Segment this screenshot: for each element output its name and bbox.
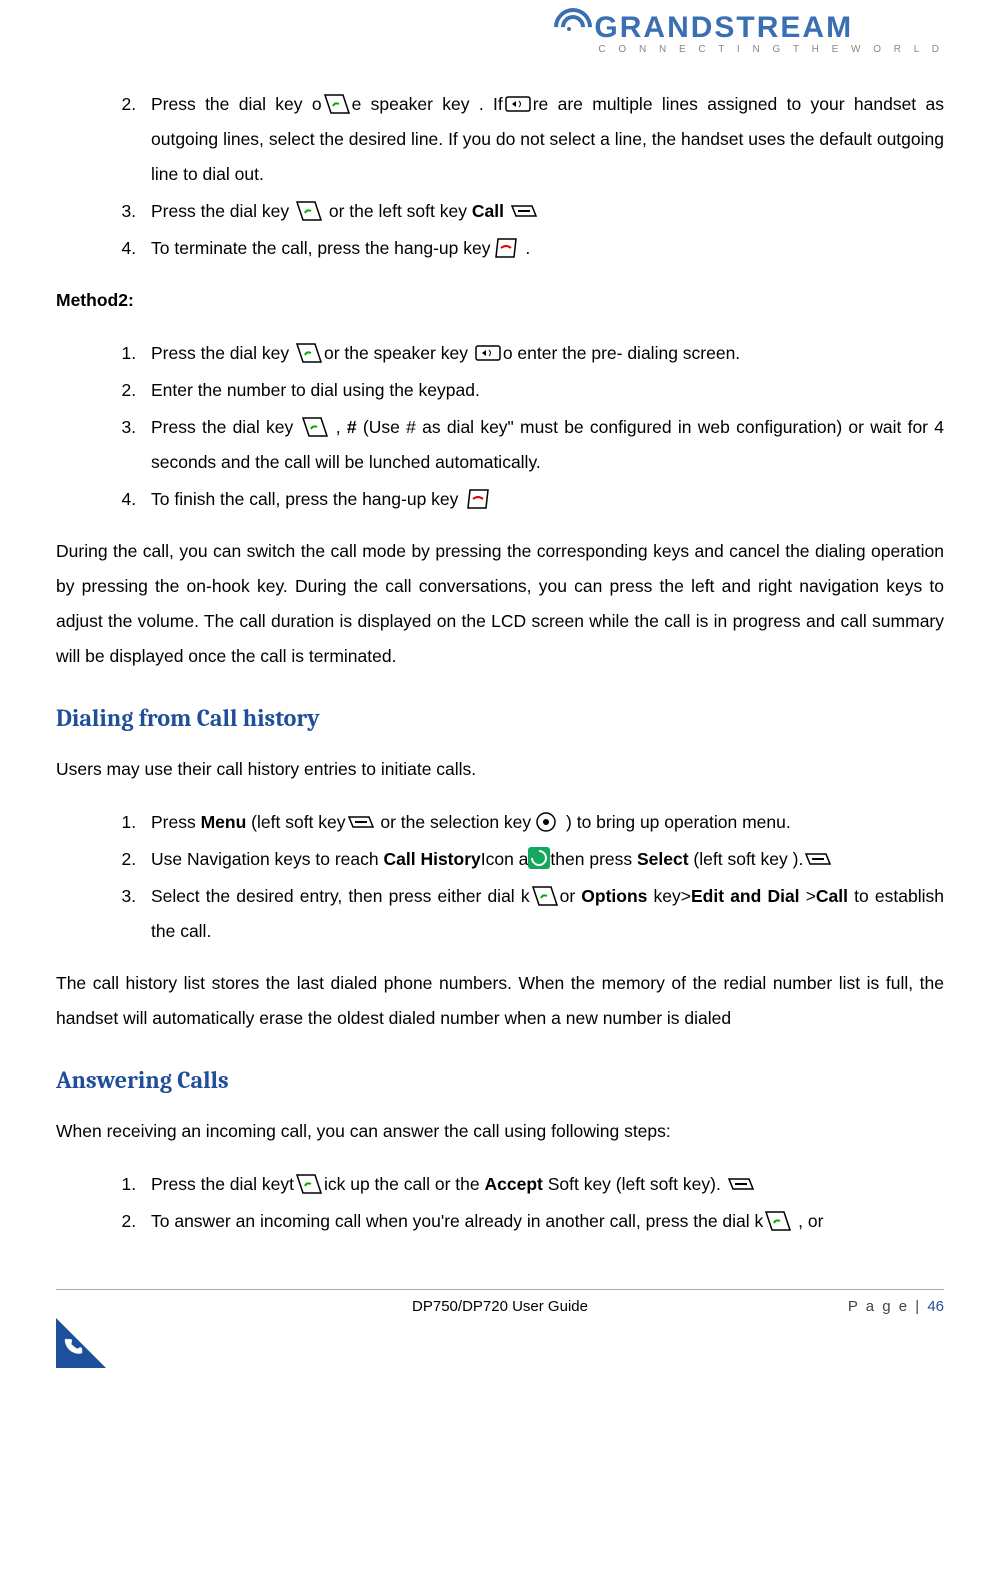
page-footer: DP750/DP720 User Guide P a g e | 46 (56, 1289, 944, 1358)
dial-key-icon (295, 199, 323, 221)
during-call-paragraph: During the call, you can switch the call… (56, 534, 944, 674)
dial-key-icon (531, 884, 559, 906)
history-intro: Users may use their call history entries… (56, 752, 944, 787)
brand-wave-icon (554, 8, 594, 48)
speaker-key-icon (474, 341, 502, 363)
continuation-list: Press the dial key oe speaker key . Ifre… (56, 87, 944, 266)
dial-key-icon (295, 341, 323, 363)
answering-list: Press the dial keytick up the call or th… (56, 1167, 944, 1239)
softkey-icon (347, 810, 375, 832)
list-item: Select the desired entry, then press eit… (141, 879, 944, 949)
dial-key-icon (323, 92, 351, 114)
history-footnote: The call history list stores the last di… (56, 966, 944, 1036)
heading-call-history: Dialing from Call history (56, 694, 944, 742)
heading-answering: Answering Calls (56, 1056, 944, 1104)
list-item: Press the dial key or the speaker key o … (141, 336, 944, 371)
softkey-icon (804, 847, 832, 869)
softkey-icon (727, 1172, 755, 1194)
phone-icon (61, 1335, 85, 1365)
selection-key-icon (532, 810, 560, 832)
page-header: GRANDSTREAM C O N N E C T I N G T H E W … (56, 0, 944, 69)
dial-key-icon (301, 415, 329, 437)
brand-name: GRANDSTREAM (594, 11, 853, 45)
list-item: Press the dial key or the left soft key … (141, 194, 944, 229)
list-item: Use Navigation keys to reach Call Histor… (141, 842, 944, 877)
list-item: Enter the number to dial using the keypa… (141, 373, 944, 408)
dial-key-icon (764, 1209, 792, 1231)
brand-tagline: C O N N E C T I N G T H E W O R L D (554, 44, 944, 55)
history-list: Press Menu (left soft key or the selecti… (56, 805, 944, 949)
softkey-icon (510, 199, 538, 221)
hangup-key-icon (492, 236, 520, 258)
dial-key-icon (295, 1172, 323, 1194)
method2-list: Press the dial key or the speaker key o … (56, 336, 944, 517)
footer-guide-title: DP750/DP720 User Guide (56, 1298, 944, 1315)
method2-label: Method2: (56, 283, 944, 318)
list-item: Press Menu (left soft key or the selecti… (141, 805, 944, 840)
speaker-key-icon (504, 92, 532, 114)
list-item: Press the dial keytick up the call or th… (141, 1167, 944, 1202)
answering-intro: When receiving an incoming call, you can… (56, 1114, 944, 1149)
list-item: To terminate the call, press the hang-up… (141, 231, 944, 266)
list-item: Press the dial key , # (Use # as dial ke… (141, 410, 944, 480)
brand-logo: GRANDSTREAM C O N N E C T I N G T H E W … (554, 8, 944, 55)
page-content: Press the dial key oe speaker key . Ifre… (56, 87, 944, 1239)
list-item: To finish the call, press the hang-up ke… (141, 482, 944, 517)
list-item: To answer an incoming call when you're a… (141, 1204, 944, 1239)
list-item: Press the dial key oe speaker key . Ifre… (141, 87, 944, 192)
call-history-icon (528, 847, 550, 869)
hangup-key-icon (464, 487, 492, 509)
